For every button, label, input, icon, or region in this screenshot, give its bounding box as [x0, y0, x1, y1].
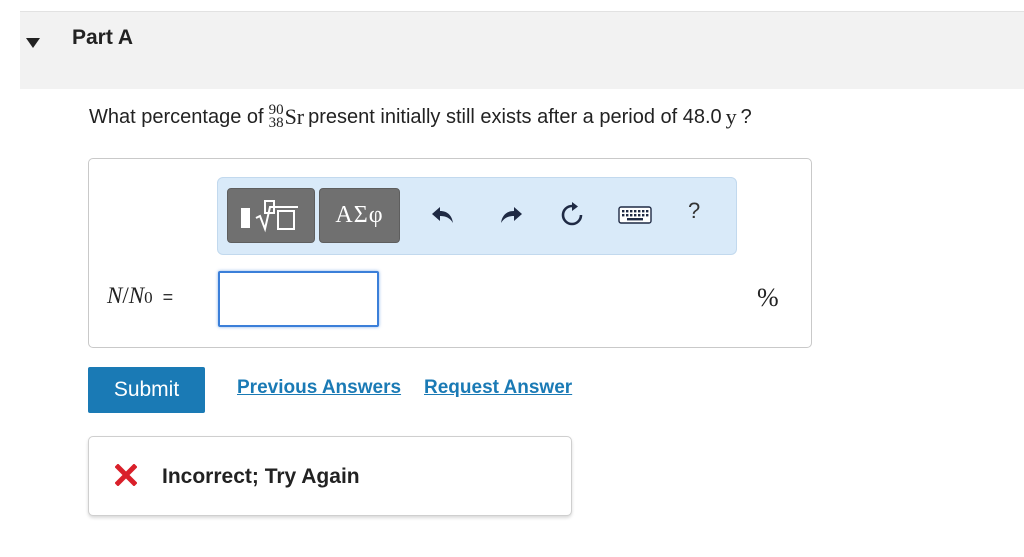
- part-header[interactable]: [20, 12, 1024, 89]
- question-unit-variable: y: [725, 104, 737, 129]
- nuclide-notation: 90 38 Sr: [268, 103, 305, 131]
- keyboard-icon[interactable]: [618, 200, 652, 230]
- question-prefix: What percentage of: [89, 105, 264, 128]
- unit-label: %: [757, 283, 779, 312]
- submit-button[interactable]: Submit: [88, 367, 205, 413]
- caret-down-icon[interactable]: [22, 32, 44, 54]
- var-N0: N: [128, 283, 145, 308]
- request-answer-link[interactable]: Request Answer: [424, 377, 572, 399]
- answer-input[interactable]: [218, 271, 379, 327]
- math-toolbar: ΑΣφ ?: [217, 177, 737, 255]
- feedback-box: Incorrect; Try Again: [88, 436, 572, 516]
- question-text: What percentage of 90 38 Sr present init…: [89, 103, 752, 131]
- reset-icon[interactable]: [557, 200, 587, 230]
- problem-page: Part A What percentage of 90 38 Sr prese…: [0, 0, 1024, 557]
- undo-arrow-icon[interactable]: [428, 200, 458, 230]
- help-button[interactable]: ?: [688, 198, 700, 224]
- greek-symbols-button[interactable]: ΑΣφ: [319, 188, 400, 243]
- question-middle: present initially still exists after a p…: [308, 105, 722, 128]
- var-N: N: [107, 283, 123, 308]
- part-title: Part A: [72, 26, 134, 49]
- feedback-text: Incorrect; Try Again: [162, 465, 360, 488]
- var-subscript-0: 0: [144, 288, 153, 307]
- previous-answers-link[interactable]: Previous Answers: [237, 377, 401, 399]
- nuclide-atomic-number: 38: [268, 115, 284, 131]
- equals-sign: =: [162, 287, 174, 307]
- question-suffix: ?: [740, 105, 752, 128]
- x-mark-icon: [114, 463, 138, 487]
- templates-radical-icon[interactable]: [227, 188, 315, 243]
- answer-variable-label: N / N 0 =: [107, 283, 173, 309]
- nuclide-symbol: Sr: [284, 104, 305, 129]
- redo-arrow-icon[interactable]: [496, 200, 526, 230]
